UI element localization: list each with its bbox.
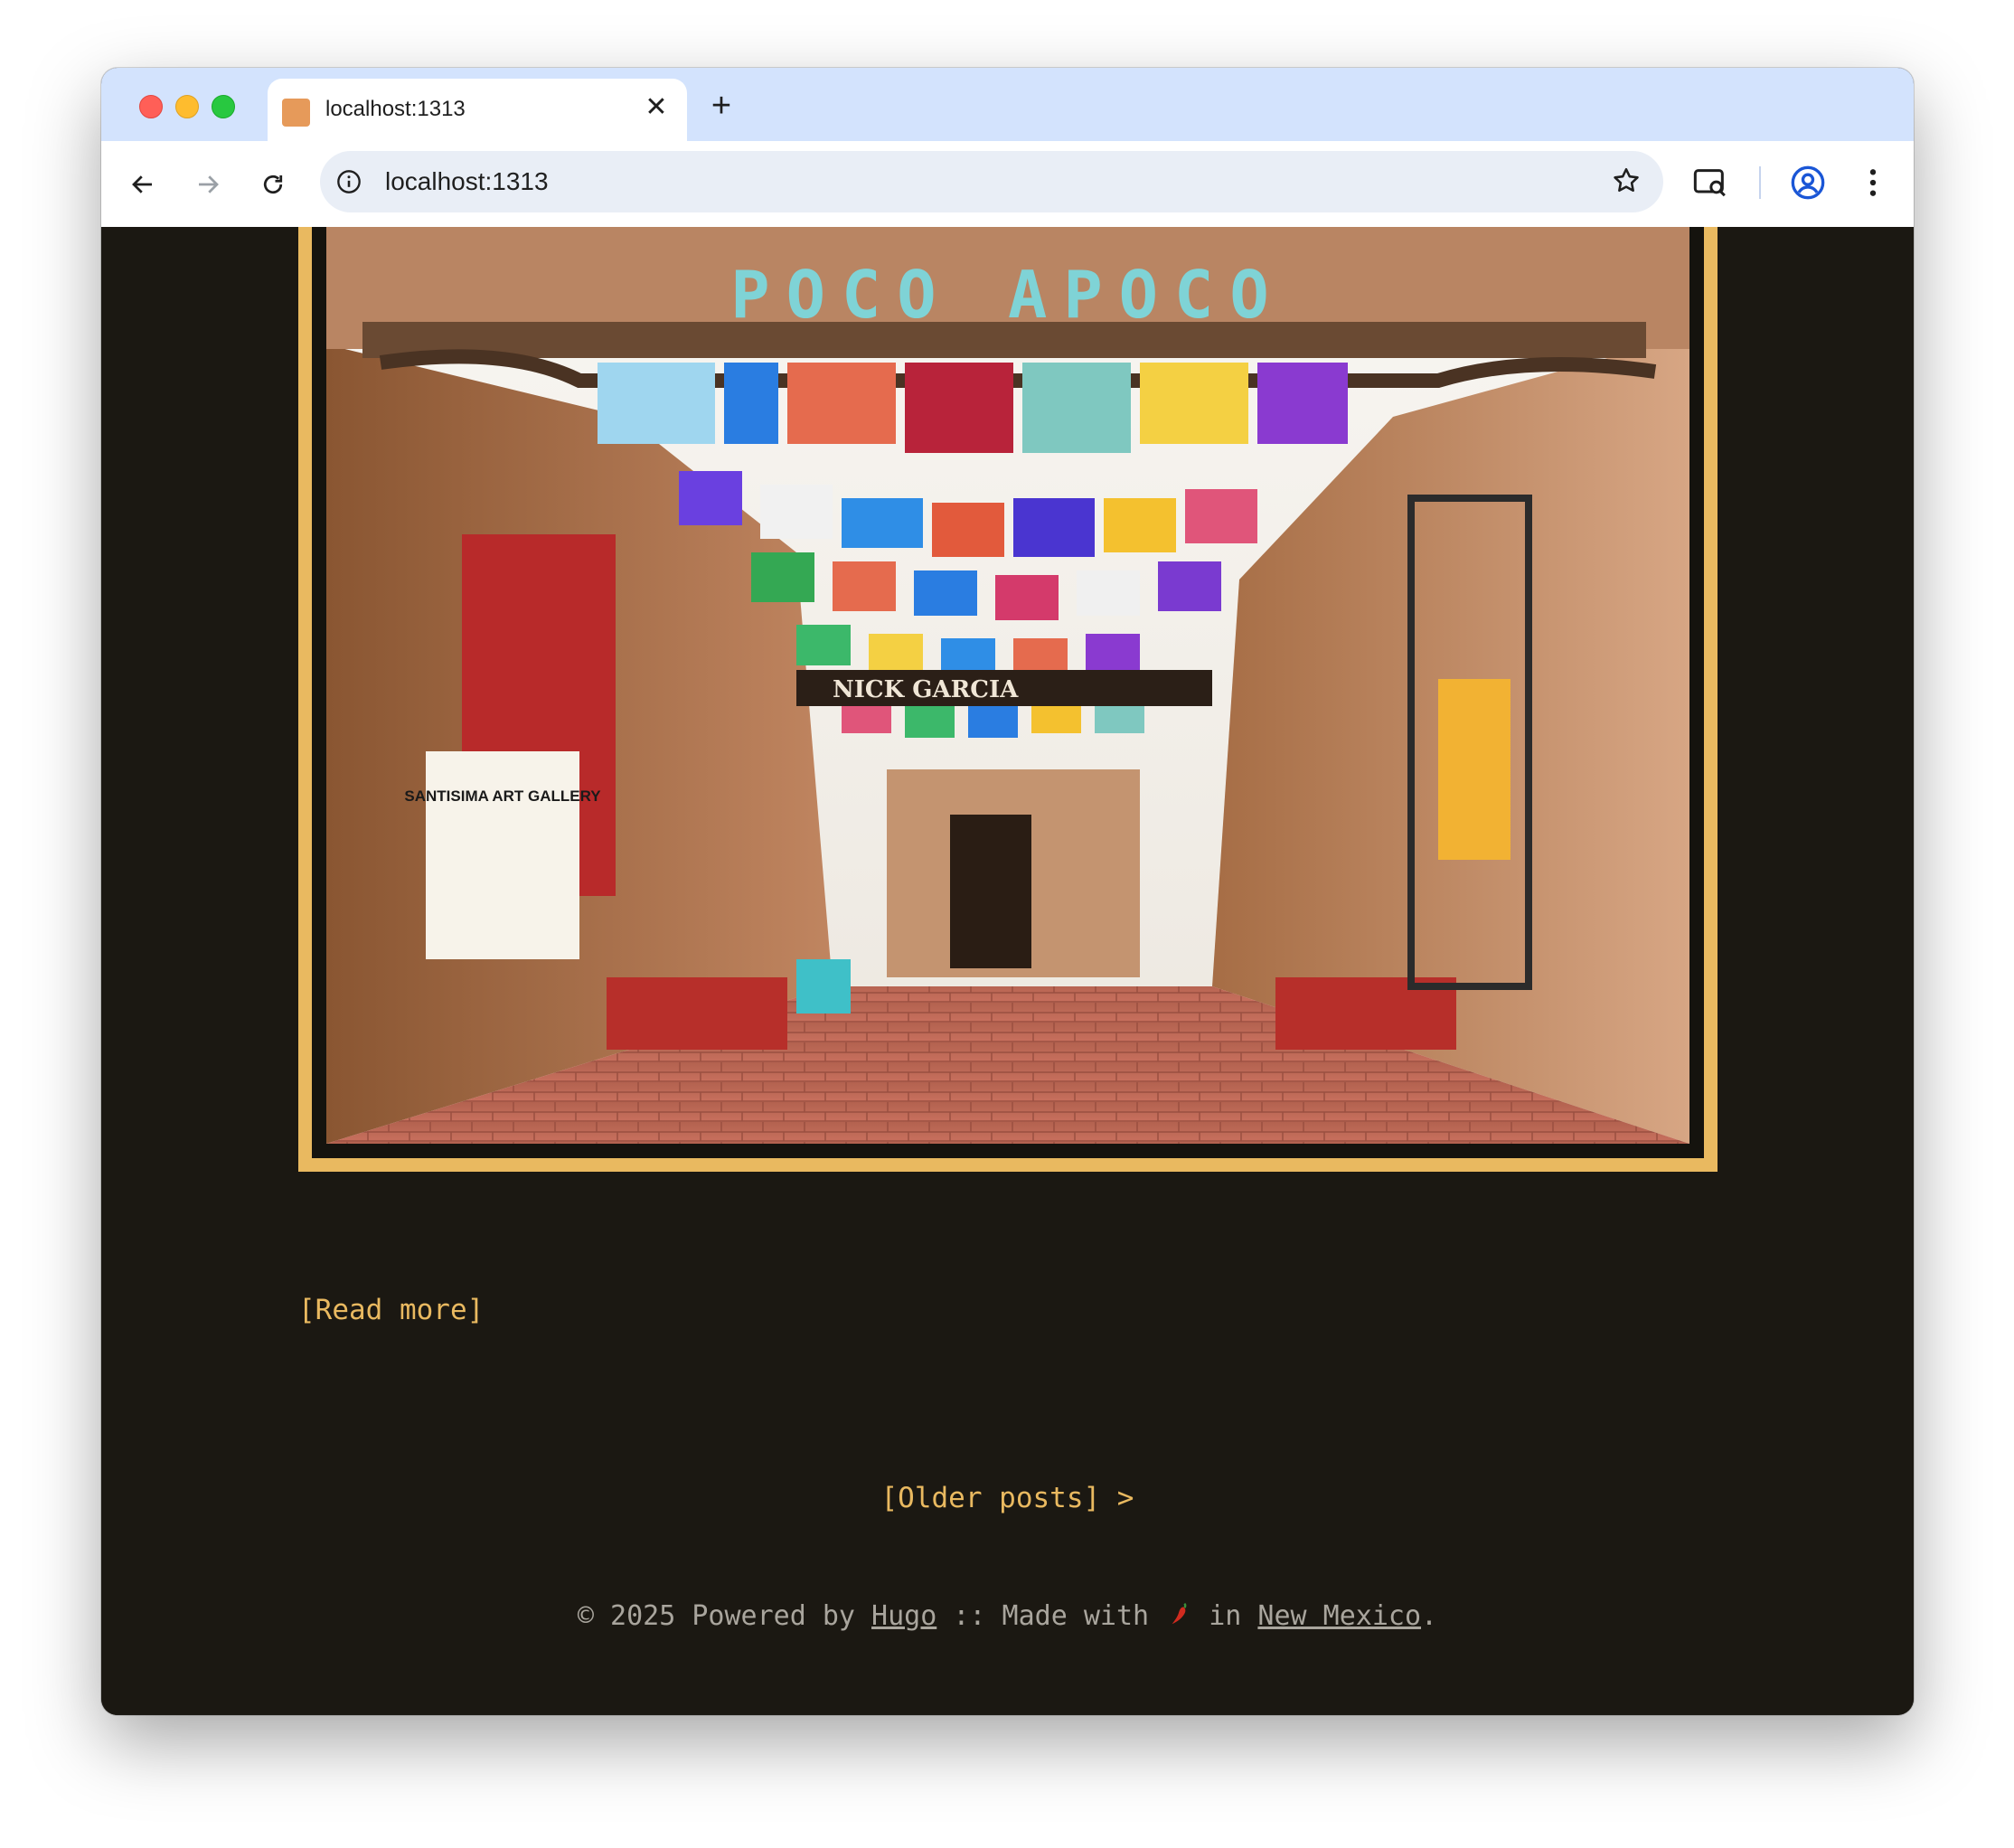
shop-sign-text: NICK GARCIA: [833, 676, 1019, 703]
footer-in: in: [1192, 1600, 1258, 1632]
poco-apoco-sign-text: POCO APOCO: [730, 257, 1285, 333]
post-image-frame: POCO APOCO NICK GARCIA SANTISIMA ART GAL…: [298, 227, 1718, 1172]
hugo-link[interactable]: Hugo: [871, 1600, 936, 1632]
back-button[interactable]: [125, 166, 161, 203]
address-bar[interactable]: localhost:1313: [320, 151, 1663, 212]
maximize-window-button[interactable]: [212, 95, 235, 118]
read-more-link[interactable]: [Read more]: [298, 1294, 484, 1326]
browser-toolbar: localhost:1313: [101, 141, 1914, 228]
chili-pepper-icon: [1172, 1602, 1187, 1625]
bookmark-star-icon: [1614, 167, 1639, 193]
forward-button[interactable]: [190, 166, 226, 203]
post-image: POCO APOCO NICK GARCIA SANTISIMA ART GAL…: [326, 227, 1689, 1144]
site-footer: © 2025 Powered by Hugo :: Made with in N…: [101, 1599, 1914, 1632]
url-text: localhost:1313: [385, 167, 549, 195]
tab-close-icon[interactable]: ✕: [640, 91, 673, 124]
tab-search-icon[interactable]: [1692, 165, 1728, 201]
older-posts-link[interactable]: [Older posts] >: [101, 1482, 1914, 1514]
close-window-button[interactable]: [139, 95, 163, 118]
more-menu-icon[interactable]: [1855, 165, 1891, 201]
tab-title: localhost:1313: [325, 97, 466, 121]
arrow-right-icon: [199, 175, 219, 193]
toolbar-divider: [1759, 166, 1761, 199]
footer-middle: :: Made with: [936, 1600, 1166, 1632]
browser-window: localhost:1313 ✕ + localhost:1313 POCO A…: [101, 68, 1914, 1715]
reload-icon: [263, 174, 283, 194]
favicon-icon: [282, 99, 310, 127]
new-tab-button[interactable]: +: [705, 89, 738, 123]
gallery-sign-text: SANTISIMA ART GALLERY: [404, 787, 601, 805]
reload-button[interactable]: [255, 166, 291, 203]
footer-suffix: .: [1421, 1600, 1438, 1632]
browser-tab[interactable]: localhost:1313 ✕: [268, 79, 687, 141]
tab-bar: localhost:1313 ✕ +: [101, 68, 1914, 141]
profile-icon[interactable]: [1790, 165, 1826, 201]
minimize-window-button[interactable]: [175, 95, 199, 118]
arrow-left-icon: [132, 175, 152, 193]
site-info-icon: [337, 170, 361, 193]
page-content: POCO APOCO NICK GARCIA SANTISIMA ART GAL…: [101, 227, 1914, 1715]
new-mexico-link[interactable]: New Mexico: [1257, 1600, 1421, 1632]
footer-prefix: © 2025 Powered by: [577, 1600, 872, 1632]
